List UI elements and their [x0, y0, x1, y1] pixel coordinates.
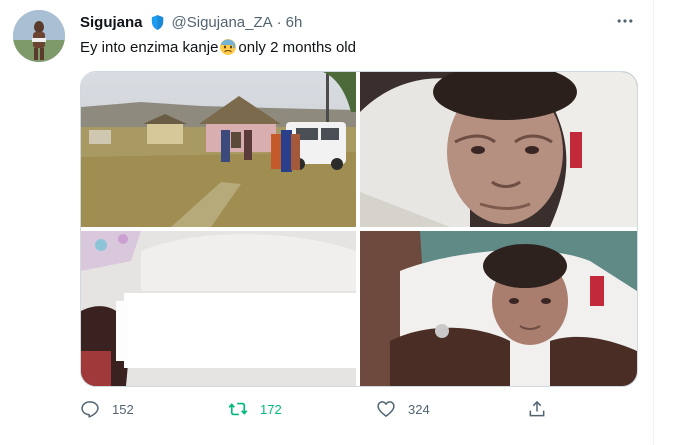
like-count: 324 [408, 401, 430, 417]
tweet-header: Sigujana @Sigujana_ZA · 6h [80, 12, 302, 32]
photo-1[interactable] [81, 72, 356, 227]
verified-badge-icon [149, 14, 166, 31]
display-name[interactable]: Sigujana [80, 14, 143, 31]
tweet-actions: 152 172 324 [80, 396, 560, 422]
hands-holding-infant-photo [360, 231, 637, 386]
separator-dot: · [276, 13, 282, 31]
photo-4[interactable] [360, 231, 637, 386]
avatar-image [13, 10, 65, 62]
user-handle[interactable]: @Sigujana_ZA [172, 14, 273, 31]
tweet-text-part-2: only 2 months old [238, 38, 356, 56]
share-button[interactable] [527, 396, 547, 422]
censored-infant-photo [81, 231, 356, 386]
anxious-face-with-sweat-icon [219, 38, 237, 56]
tweet-text: Ey into enzima kanje only 2 months old [80, 38, 356, 56]
share-icon [527, 399, 547, 419]
timeline-divider [653, 0, 654, 445]
reply-icon [80, 399, 100, 419]
photo-3[interactable] [81, 231, 356, 386]
retweet-count: 172 [260, 401, 282, 417]
retweet-icon [228, 399, 248, 419]
reply-button[interactable]: 152 [80, 396, 134, 422]
photo-2[interactable] [360, 72, 637, 227]
infant-photo [360, 72, 637, 227]
homestead-photo [81, 72, 356, 227]
tweet-text-part-1: Ey into enzima kanje [80, 38, 219, 56]
avatar[interactable] [13, 10, 65, 62]
heart-icon [376, 399, 396, 419]
like-button[interactable]: 324 [376, 396, 430, 422]
retweet-button[interactable]: 172 [228, 396, 282, 422]
reply-count: 152 [112, 401, 134, 417]
more-horizontal-icon[interactable] [612, 10, 638, 32]
media-grid [80, 71, 638, 387]
timestamp[interactable]: 6h [286, 14, 303, 31]
